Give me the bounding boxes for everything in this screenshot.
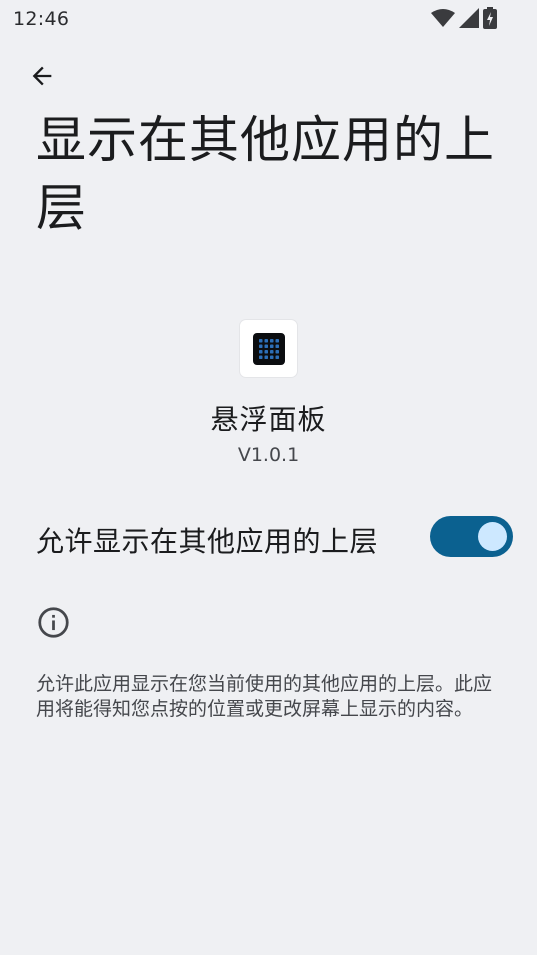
wifi-icon — [431, 9, 455, 27]
app-grid-dot — [269, 349, 273, 353]
app-grid-dot — [275, 338, 279, 342]
permission-toggle-switch[interactable] — [430, 516, 513, 557]
toggle-thumb — [478, 522, 507, 551]
app-grid-dot — [275, 344, 279, 348]
app-grid-dot — [275, 355, 279, 359]
permission-toggle-label: 允许显示在其他应用的上层 — [36, 525, 379, 558]
status-icons — [431, 7, 497, 29]
app-grid-dot — [258, 338, 262, 342]
app-grid-dot — [264, 355, 268, 359]
back-button[interactable] — [22, 58, 62, 98]
app-icon — [240, 320, 297, 377]
app-grid-dot — [258, 344, 262, 348]
info-icon — [37, 606, 70, 639]
battery-charging-icon — [483, 7, 497, 29]
app-grid-dot — [269, 355, 273, 359]
arrow-back-icon — [28, 62, 56, 94]
app-grid-dot — [269, 338, 273, 342]
app-grid-dot — [258, 355, 262, 359]
app-grid-dot — [264, 344, 268, 348]
page-title: 显示在其他应用的上层 — [36, 111, 495, 237]
app-grid-dot — [264, 349, 268, 353]
permission-toggle-row[interactable]: 允许显示在其他应用的上层 — [0, 506, 537, 568]
app-grid-dot — [269, 344, 273, 348]
permission-description: 允许此应用显示在您当前使用的其他应用的上层。此应用将能得知您点按的位置或更改屏幕… — [36, 673, 493, 720]
app-grid-dot — [264, 338, 268, 342]
status-time: 12:46 — [13, 8, 70, 30]
app-grid-dot — [275, 349, 279, 353]
app-grid-icon — [252, 332, 285, 365]
app-name: 悬浮面板 — [210, 403, 327, 436]
cellular-signal-icon — [459, 8, 479, 28]
app-grid-dot — [258, 349, 262, 353]
status-bar: 12:46 — [0, 0, 537, 36]
app-version: V1.0.1 — [237, 444, 300, 466]
